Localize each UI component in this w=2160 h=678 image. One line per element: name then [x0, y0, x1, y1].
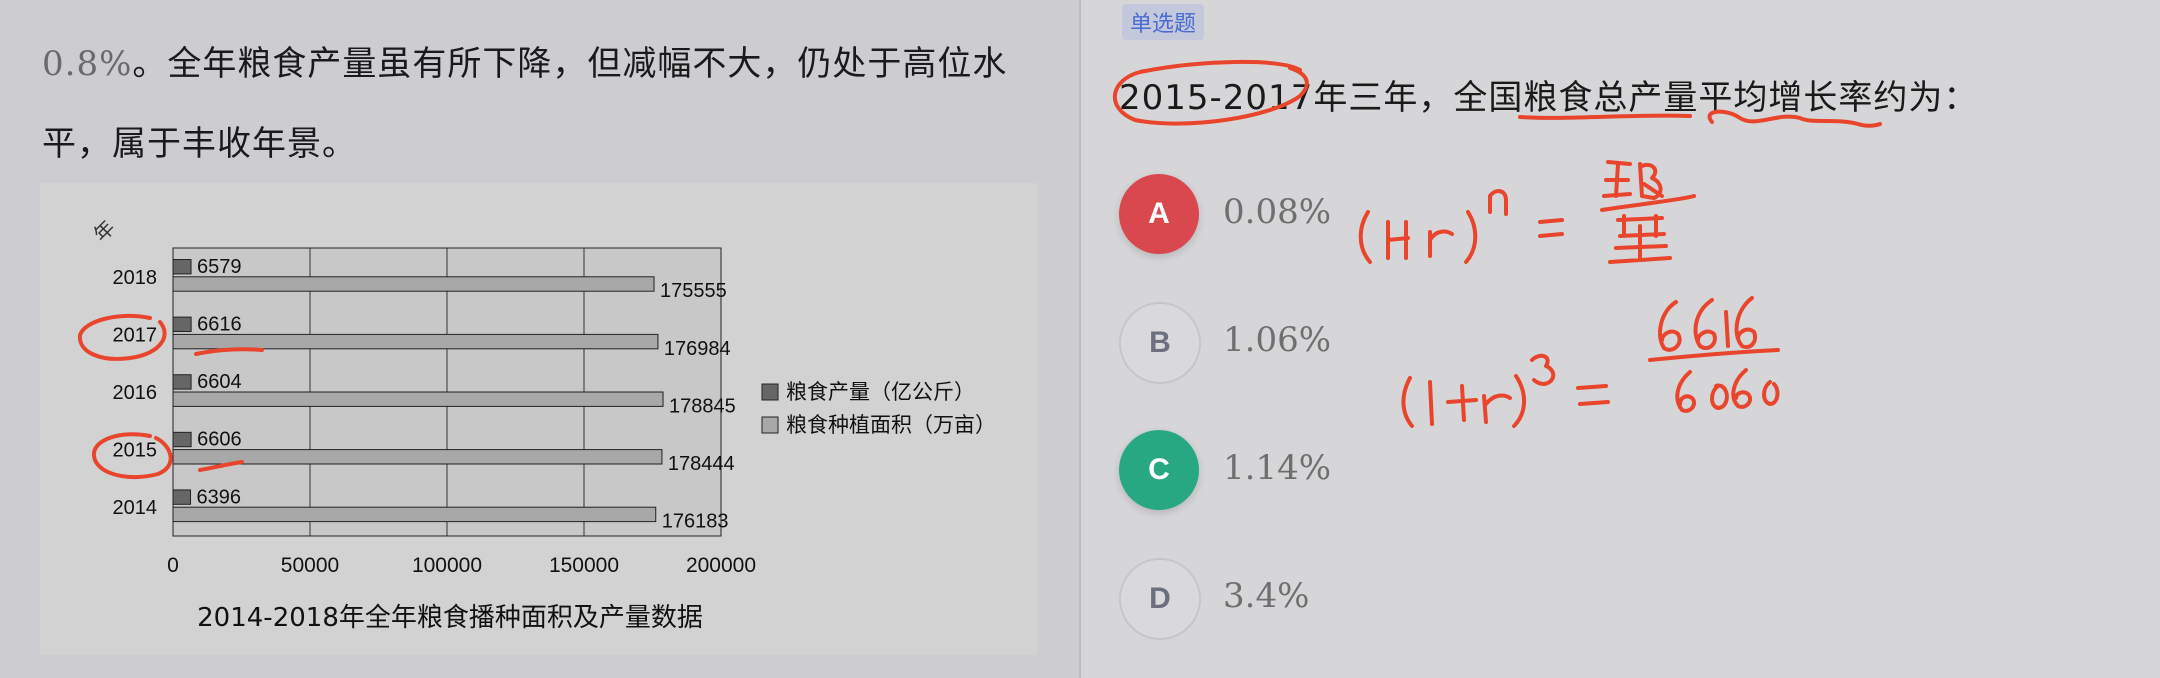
y-tick-label: 2015 — [113, 440, 158, 462]
bar-production — [172, 374, 192, 390]
chart-image: 0 50000 100000 150000 200000 2014 6396 176183 20… — [40, 183, 1038, 655]
data-label-area: 178444 — [668, 453, 735, 475]
bar-area — [172, 276, 655, 292]
legend-label: 粮食种植面积（万亩） — [786, 413, 996, 437]
data-label-production: 6606 — [197, 429, 242, 451]
bar-area — [172, 506, 657, 523]
option-a[interactable]: A 0.08% — [1119, 174, 1719, 256]
passage-number: 0.8% — [42, 44, 133, 84]
data-label-production: 6396 — [197, 486, 242, 508]
option-d[interactable]: D 3.4% — [1119, 558, 1719, 640]
question-text: 2015-2017年三年，全国粮食总产量平均增长率约为： — [1119, 78, 1979, 118]
data-label-area: 178845 — [669, 395, 736, 417]
chart-title: 2014-2018年全年粮食播种面积及产量数据 — [197, 603, 703, 633]
y-tick-label: 2016 — [113, 382, 158, 404]
option-a-letter: A — [1119, 174, 1199, 254]
option-d-text: 3.4% — [1223, 576, 1310, 616]
data-label-production: 6604 — [197, 371, 242, 393]
bar-production — [172, 431, 192, 448]
bar-area — [172, 333, 659, 350]
bar-area — [172, 391, 664, 407]
legend-label: 粮食产量（亿公斤） — [786, 380, 975, 404]
x-tick-label: 100000 — [412, 554, 482, 577]
option-c[interactable]: C 1.14% — [1119, 430, 1719, 512]
bar-production — [172, 316, 192, 333]
bar-area — [172, 449, 663, 465]
option-b-letter: B — [1119, 302, 1201, 384]
x-tick-label: 150000 — [549, 554, 619, 577]
x-tick-label: 200000 — [686, 554, 756, 577]
material-passage: 0.8%。全年粮食产量虽有所下降，但减幅不大，仍处于高位水 平，属于丰收年景。 — [42, 24, 1032, 184]
y-tick-label: 2018 — [113, 267, 158, 289]
option-c-letter: C — [1119, 430, 1199, 510]
y-tick-label: 2017 — [113, 324, 158, 346]
material-pane: 0.8%。全年粮食产量虽有所下降，但减幅不大，仍处于高位水 平，属于丰收年景。 … — [0, 0, 1079, 678]
bar-production — [172, 489, 192, 505]
option-a-text: 0.08% — [1223, 192, 1332, 232]
data-label-production: 6579 — [197, 256, 242, 278]
passage-line-1: 。全年粮食产量虽有所下降，但减幅不大，仍处于高位水 — [132, 44, 1008, 84]
y-axis-label: 年 — [89, 215, 120, 246]
option-b-text: 1.06% — [1223, 320, 1332, 360]
question-type-badge: 单选题 — [1122, 4, 1205, 40]
bar-production — [172, 259, 192, 275]
x-tick-label: 50000 — [281, 554, 339, 577]
option-d-letter: D — [1119, 558, 1201, 640]
data-label-area: 176183 — [662, 511, 729, 533]
legend-swatch — [761, 383, 779, 401]
legend-swatch — [761, 416, 779, 434]
option-b[interactable]: B 1.06% — [1119, 302, 1719, 384]
data-label-area: 175555 — [660, 280, 727, 302]
data-label-production: 6616 — [197, 314, 242, 336]
bar-chart: 0 50000 100000 150000 200000 2014 6396 176183 20… — [89, 215, 996, 633]
option-c-text: 1.14% — [1223, 448, 1332, 488]
x-tick-label: 0 — [167, 554, 179, 577]
y-tick-label: 2014 — [113, 497, 158, 519]
passage-line-2: 平，属于丰收年景。 — [42, 124, 357, 164]
data-label-area: 176984 — [664, 338, 731, 360]
